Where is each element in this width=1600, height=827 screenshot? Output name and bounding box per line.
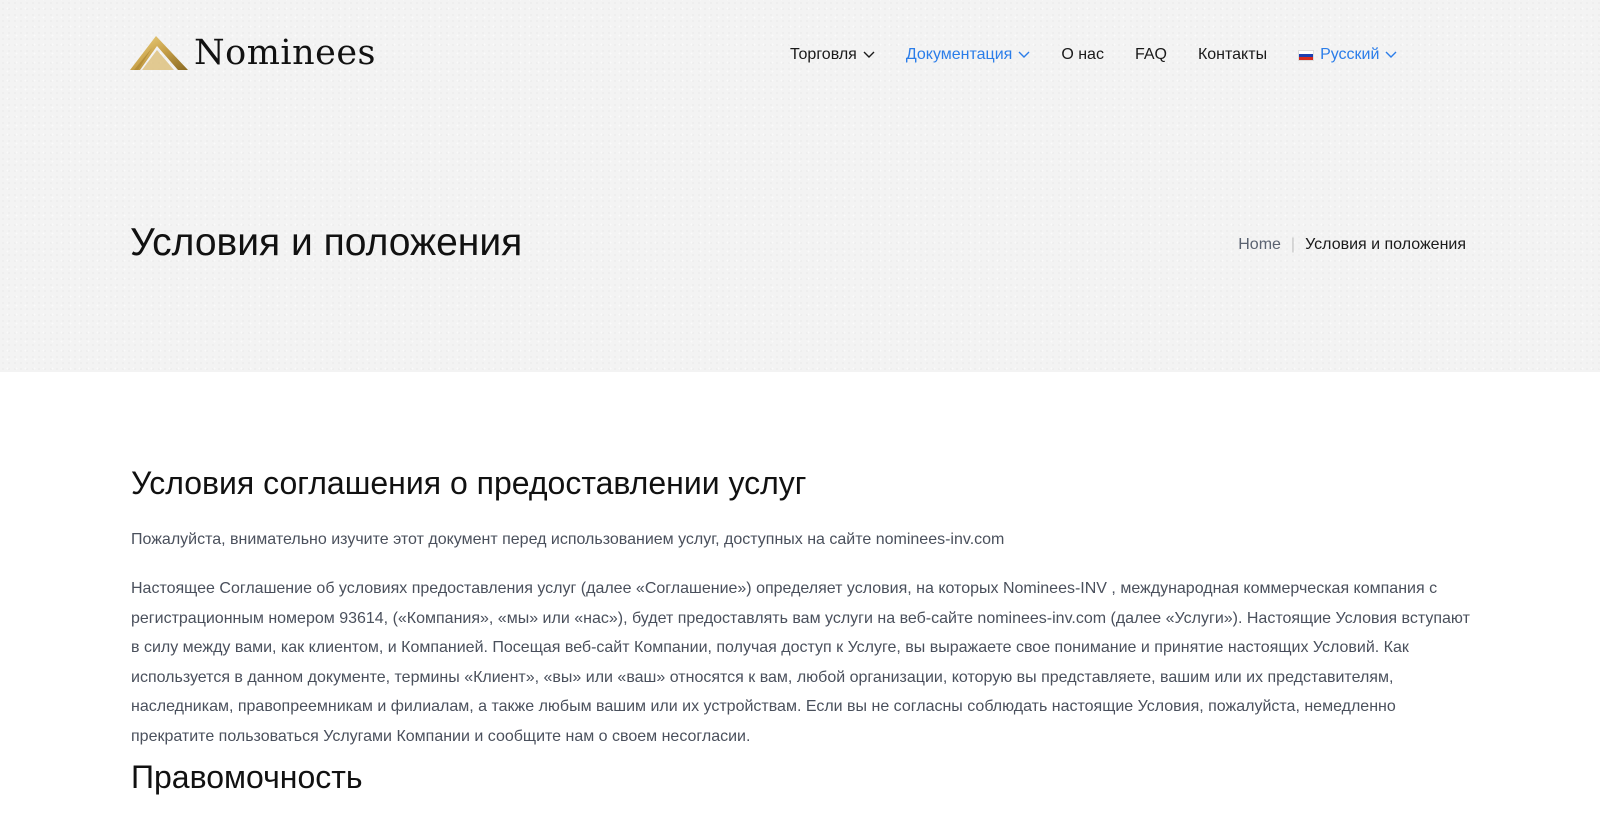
section-heading: Условия соглашения о предоставлении услу… bbox=[131, 465, 807, 501]
language-switcher[interactable]: Русский bbox=[1298, 46, 1397, 64]
nav-item-label: Торговля bbox=[790, 46, 857, 63]
breadcrumb: Home | Условия и положения bbox=[1238, 236, 1466, 254]
nav-item-label: Контакты bbox=[1197, 46, 1268, 63]
nav-item-documentation[interactable]: Документация bbox=[906, 46, 1030, 64]
chevron-down-icon bbox=[1018, 51, 1030, 58]
section-heading-eligibility: Правомочность bbox=[131, 759, 363, 795]
chevron-down-icon bbox=[1385, 51, 1397, 58]
nav-item-label: FAQ bbox=[1134, 46, 1167, 63]
nav-item-faq[interactable]: FAQ bbox=[1135, 46, 1167, 64]
lead-text: Пожалуйста, внимательно изучите этот док… bbox=[131, 531, 1005, 548]
nav-item-label: Документация bbox=[905, 46, 1013, 63]
nav-item-label: О нас bbox=[1061, 46, 1104, 63]
breadcrumb-separator: | bbox=[1290, 236, 1296, 253]
nav-item-about[interactable]: О нас bbox=[1061, 46, 1104, 64]
page-title: Условия и положения bbox=[130, 221, 523, 264]
main-nav: Торговля Документация О нас FAQ Контакты… bbox=[790, 46, 1428, 64]
brand-name: Nominees bbox=[194, 33, 377, 73]
breadcrumb-current: Условия и положения bbox=[1305, 236, 1466, 253]
russia-flag-icon bbox=[1298, 49, 1315, 61]
nav-item-trading[interactable]: Торговля bbox=[790, 46, 875, 64]
breadcrumb-home-link[interactable]: Home bbox=[1238, 236, 1281, 254]
logo-mountain-icon bbox=[130, 36, 188, 70]
language-label: Русский bbox=[1320, 46, 1380, 63]
nav-item-contacts[interactable]: Контакты bbox=[1198, 46, 1267, 64]
brand-logo[interactable]: Nominees bbox=[130, 34, 376, 72]
body-paragraph: Настоящее Соглашение об условиях предост… bbox=[131, 580, 1470, 745]
hero-section: Nominees Торговля Документация О нас FAQ… bbox=[0, 0, 1600, 372]
chevron-down-icon bbox=[863, 51, 875, 58]
